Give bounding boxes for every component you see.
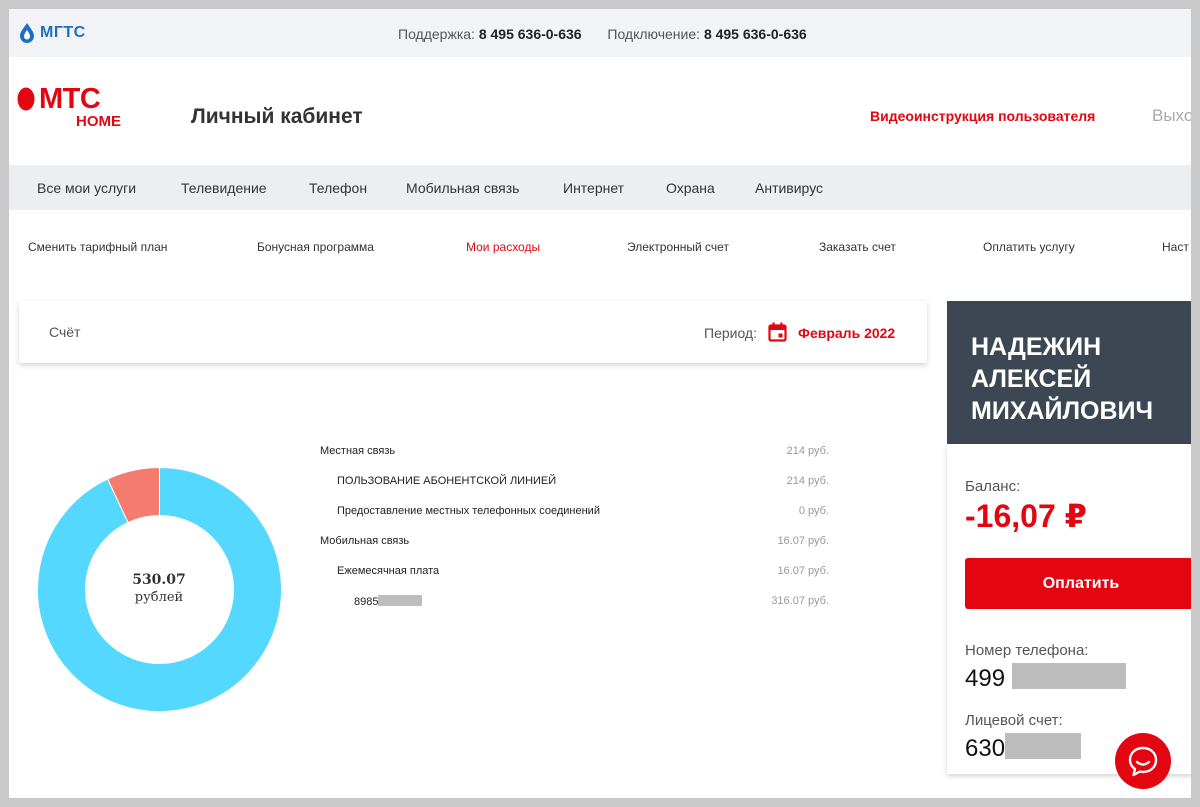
contact-phones: Поддержка: 8 495 636-0-636 Подключение: … <box>398 26 807 42</box>
nav-security[interactable]: Охрана <box>666 180 715 196</box>
chat-icon <box>1128 746 1158 777</box>
expense-name: Предоставление местных телефонных соедин… <box>337 505 600 517</box>
calendar-icon[interactable] <box>768 322 787 342</box>
subnav-bonus-program[interactable]: Бонусная программа <box>257 240 374 254</box>
account-prefix: 630 <box>965 735 1006 762</box>
expense-phone-number: 8985 <box>354 595 423 608</box>
subnav-pay-service[interactable]: Оплатить услугу <box>983 240 1075 254</box>
profile-header: НАДЕЖИН АЛЕКСЕЙ МИХАЙЛОВИЧ <box>947 301 1191 444</box>
subnav-order-bill[interactable]: Заказать счет <box>819 240 896 254</box>
main-nav: Все мои услуги Телевидение Телефон Мобил… <box>9 165 1191 210</box>
nav-all-services[interactable]: Все мои услуги <box>37 180 136 196</box>
subnav-my-expenses[interactable]: Мои расходы <box>466 240 540 254</box>
account-period-card: Счёт Период: Февраль 2022 <box>19 301 927 363</box>
video-instruction-link[interactable]: Видеоинструкция пользователя <box>870 108 1095 124</box>
account-number-label: Лицевой счет: <box>965 712 1063 729</box>
page-frame: МГТС Поддержка: 8 495 636-0-636 Подключе… <box>9 9 1191 798</box>
support-phone[interactable]: 8 495 636-0-636 <box>479 26 582 42</box>
top-contact-bar: МГТС Поддержка: 8 495 636-0-636 Подключе… <box>9 9 1191 57</box>
expense-row: ПОЛЬЗОВАНИЕ АБОНЕНТСКОЙ ЛИНИЕЙ 214 руб. <box>9 475 829 491</box>
connect-label: Подключение: <box>607 26 701 42</box>
expense-row: Местная связь 214 руб. <box>9 445 829 461</box>
expense-row: Мобильная связь 16.07 руб. <box>9 535 829 551</box>
redacted-mask <box>1011 663 1126 689</box>
support-label: Поддержка: <box>398 26 475 42</box>
chat-button[interactable] <box>1115 733 1171 789</box>
mts-home-logo[interactable]: МТС HOME <box>17 83 129 131</box>
balance-label: Баланс: <box>965 478 1021 495</box>
mts-egg-icon <box>17 87 35 111</box>
customer-patronymic: МИХАЙЛОВИЧ <box>971 397 1154 425</box>
phone-value: 499 <box>965 663 1126 693</box>
subnav-settings[interactable]: Наст <box>1162 240 1189 254</box>
expense-name: Местная связь <box>320 445 396 457</box>
customer-name: НАДЕЖИН АЛЕКСЕЙ МИХАЙЛОВИЧ <box>971 331 1153 427</box>
expense-amount: 214 руб. <box>786 445 829 457</box>
subnav-electronic-bill[interactable]: Электронный счет <box>627 240 729 254</box>
nav-mobile[interactable]: Мобильная связь <box>406 180 519 196</box>
account-label: Счёт <box>49 324 81 340</box>
site-header: МТС HOME Личный кабинет Видеоинструкция … <box>9 57 1191 165</box>
home-logo-text: HOME <box>76 113 121 130</box>
water-drop-icon <box>20 23 34 43</box>
expense-name: Мобильная связь <box>320 535 410 547</box>
redacted-mask <box>1005 733 1082 759</box>
period-label: Период: <box>704 325 757 341</box>
nav-phone[interactable]: Телефон <box>309 180 367 196</box>
expense-name: Ежемесячная плата <box>337 565 440 577</box>
expense-row: Предоставление местных телефонных соедин… <box>9 505 829 521</box>
page-title: Личный кабинет <box>191 105 363 128</box>
nav-antivirus[interactable]: Антивирус <box>755 180 823 196</box>
customer-surname: НАДЕЖИН <box>971 333 1102 361</box>
nav-internet[interactable]: Интернет <box>563 180 624 196</box>
expense-amount: 214 руб. <box>786 475 829 487</box>
connect-phone[interactable]: 8 495 636-0-636 <box>704 26 807 42</box>
period-selector[interactable]: Февраль 2022 <box>798 325 895 341</box>
customer-firstname: АЛЕКСЕЙ <box>971 365 1092 393</box>
expense-row: Ежемесячная плата 16.07 руб. <box>9 565 829 581</box>
expense-name: 8985 <box>354 596 379 608</box>
expense-amount: 0 руб. <box>798 505 829 517</box>
logout-link[interactable]: Выход <box>1152 106 1191 126</box>
mgts-logo-text: МГТС <box>40 24 86 41</box>
mgts-logo[interactable]: МГТС <box>19 22 86 44</box>
expense-amount: 316.07 руб. <box>771 595 829 607</box>
balance-value: -16,07 ₽ <box>965 498 1087 534</box>
expense-name: ПОЛЬЗОВАНИЕ АБОНЕНТСКОЙ ЛИНИЕЙ <box>337 475 557 487</box>
phone-label: Номер телефона: <box>965 642 1089 659</box>
pay-button[interactable]: Оплатить <box>965 558 1191 609</box>
profile-details: Баланс: -16,07 ₽ Оплатить Номер телефона… <box>947 444 1191 774</box>
nav-television[interactable]: Телевидение <box>181 180 267 196</box>
expense-amount: 16.07 руб. <box>777 535 829 547</box>
expense-row: 8985 316.07 руб. <box>9 595 829 611</box>
mts-logo-text: МТС <box>39 83 101 115</box>
account-number-value: 630 <box>965 733 1082 763</box>
expense-amount: 16.07 руб. <box>777 565 829 577</box>
subnav-change-tariff[interactable]: Сменить тарифный план <box>28 240 167 254</box>
redacted-mask <box>378 595 423 606</box>
phone-prefix: 499 <box>965 665 1006 692</box>
